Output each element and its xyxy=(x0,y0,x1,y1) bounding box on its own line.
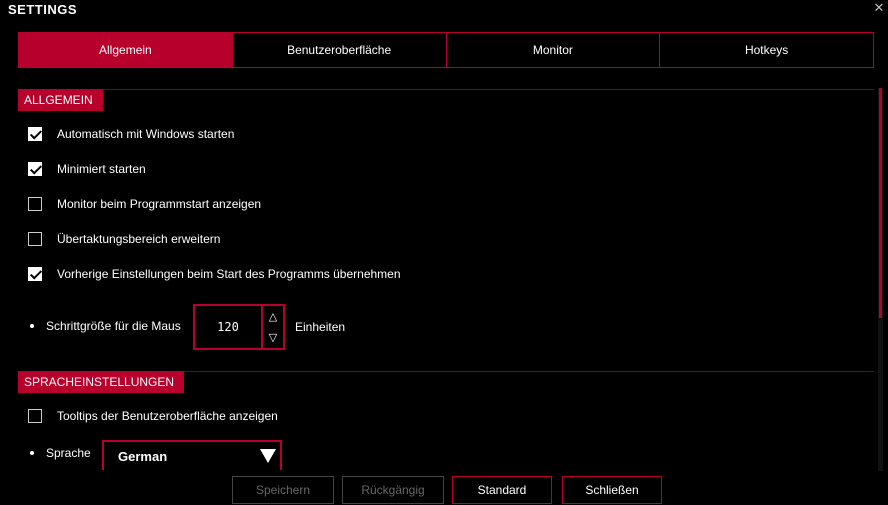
checkbox-autostart[interactable] xyxy=(28,127,42,141)
option-start-minimized[interactable]: Minimiert starten xyxy=(28,162,146,176)
option-label: Tooltips der Benutzeroberfläche anzeigen xyxy=(57,409,278,423)
dropdown-arrow-icon[interactable] xyxy=(260,449,276,463)
mouse-step-label: Schrittgröße für die Maus xyxy=(46,319,181,333)
language-dropdown[interactable]: German xyxy=(102,440,282,470)
option-extend-overclock[interactable]: Übertaktungsbereich erweitern xyxy=(28,232,220,246)
option-label: Automatisch mit Windows starten xyxy=(57,127,235,141)
language-label: Sprache xyxy=(46,446,91,460)
default-button[interactable]: Standard xyxy=(452,476,552,504)
tab-allgemein[interactable]: Allgemein xyxy=(18,32,233,68)
mouse-step-value[interactable]: 120 xyxy=(195,306,263,348)
option-tooltips[interactable]: Tooltips der Benutzeroberfläche anzeigen xyxy=(28,409,278,423)
scrollbar-thumb[interactable] xyxy=(879,88,882,318)
option-label: Minimiert starten xyxy=(57,162,146,176)
option-label: Vorherige Einstellungen beim Start des P… xyxy=(57,267,401,281)
undo-button[interactable]: Rückgängig xyxy=(342,476,444,504)
option-restore-settings[interactable]: Vorherige Einstellungen beim Start des P… xyxy=(28,267,401,281)
bullet-icon xyxy=(30,324,34,328)
section-header-language: SPRACHEINSTELLUNGEN xyxy=(18,371,185,393)
arrow-up-icon[interactable]: △ xyxy=(269,310,277,323)
checkbox-show-monitor[interactable] xyxy=(28,197,42,211)
save-button[interactable]: Speichern xyxy=(232,476,334,504)
mouse-step-unit: Einheiten xyxy=(295,320,346,334)
option-show-monitor[interactable]: Monitor beim Programmstart anzeigen xyxy=(28,197,261,211)
language-row: Sprache xyxy=(28,446,91,460)
mouse-step-row: Schrittgröße für die Maus xyxy=(28,319,181,333)
checkbox-tooltips[interactable] xyxy=(28,409,42,423)
mouse-step-stepper[interactable]: 120 △ ▽ xyxy=(193,304,285,350)
option-autostart[interactable]: Automatisch mit Windows starten xyxy=(28,127,234,141)
tab-monitor[interactable]: Monitor xyxy=(445,32,661,68)
option-label: Übertaktungsbereich erweitern xyxy=(57,232,221,246)
checkbox-restore-settings[interactable] xyxy=(28,267,42,281)
arrow-down-icon[interactable]: ▽ xyxy=(269,331,277,344)
checkbox-extend-overclock[interactable] xyxy=(28,232,42,246)
window-title: SETTINGS xyxy=(8,2,78,17)
section-divider xyxy=(18,89,874,90)
tab-hotkeys[interactable]: Hotkeys xyxy=(659,32,874,68)
option-label: Monitor beim Programmstart anzeigen xyxy=(57,197,262,211)
tab-bar: Allgemein Benutzeroberfläche Monitor Hot… xyxy=(18,32,874,68)
bullet-icon xyxy=(30,451,34,455)
close-icon[interactable]: ✕ xyxy=(872,0,886,16)
section-header-general: ALLGEMEIN xyxy=(18,89,103,111)
checkbox-start-minimized[interactable] xyxy=(28,162,42,176)
language-value: German xyxy=(118,448,168,464)
close-button[interactable]: Schließen xyxy=(562,476,662,504)
tab-benutzeroberflaeche[interactable]: Benutzeroberfläche xyxy=(231,32,447,68)
